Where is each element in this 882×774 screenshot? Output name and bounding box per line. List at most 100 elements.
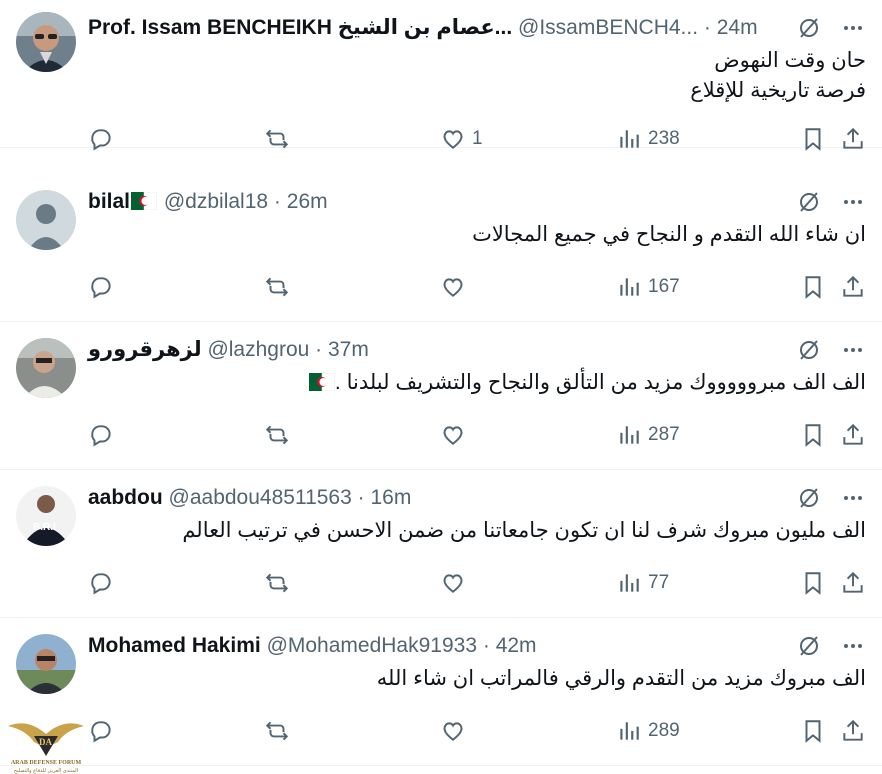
share-button[interactable]	[840, 718, 866, 744]
action-bar: 77	[88, 568, 866, 598]
user-handle[interactable]: @MohamedHak91933	[267, 634, 477, 657]
tweet[interactable]: Mohamed Hakimi @MohamedHak91933 · 42m ال…	[0, 618, 882, 766]
display-name[interactable]: bilal	[88, 190, 130, 213]
timestamp[interactable]: 16m	[370, 486, 411, 509]
retweet-button[interactable]	[264, 126, 290, 152]
forum-badge-text: DA	[39, 737, 52, 747]
tweet-text: ان شاء الله التقدم و النجاح في جميع المج…	[88, 220, 866, 250]
views-button[interactable]: 77	[616, 570, 669, 596]
retweet-icon	[265, 721, 289, 741]
separator-dot: ·	[315, 338, 323, 361]
reply-button[interactable]	[88, 126, 114, 152]
grok-icon[interactable]	[796, 633, 822, 659]
share-button[interactable]	[840, 570, 866, 596]
bookmark-button[interactable]	[800, 570, 826, 596]
grok-icon[interactable]	[796, 485, 822, 511]
bookmark-icon	[805, 424, 821, 447]
timestamp[interactable]: 37m	[328, 338, 369, 361]
separator-dot: ·	[703, 16, 711, 39]
retweet-button[interactable]	[264, 274, 290, 300]
timestamp[interactable]: 26m	[287, 190, 328, 213]
bookmark-button[interactable]	[800, 422, 826, 448]
more-icon[interactable]	[840, 485, 866, 511]
tweet-header: Prof. Issam BENCHEIKH عصام بن الشيخ... @…	[88, 14, 762, 42]
separator-dot: ·	[482, 634, 490, 657]
forum-title-text: ARAB DEFENSE FORUM	[11, 760, 82, 766]
tweet-header: bilal @dzbilal18 · 26m	[88, 188, 762, 216]
like-button[interactable]	[440, 422, 472, 448]
grok-icon[interactable]	[796, 189, 822, 215]
reply-button[interactable]	[88, 274, 114, 300]
retweet-button[interactable]	[264, 422, 290, 448]
views-button[interactable]: 289	[616, 718, 680, 744]
retweet-icon	[265, 573, 289, 593]
more-icon[interactable]	[840, 189, 866, 215]
bookmark-button[interactable]	[800, 274, 826, 300]
avatar[interactable]	[16, 634, 76, 694]
tweet-text-content: الف الف مبروووووك مزيد من التألق والنجاح…	[334, 371, 866, 394]
reply-icon	[91, 277, 111, 299]
more-icon[interactable]	[840, 337, 866, 363]
more-icon[interactable]	[840, 633, 866, 659]
like-button[interactable]	[440, 274, 472, 300]
svg-text:B.R.I: B.R.I	[33, 522, 56, 533]
share-button[interactable]	[840, 274, 866, 300]
like-button[interactable]	[440, 570, 472, 596]
grok-icon[interactable]	[796, 337, 822, 363]
avatar[interactable]	[16, 338, 76, 398]
tweet-text-line: الف مليون مبروك شرف لنا ان تكون جامعاتنا…	[182, 519, 866, 542]
heart-icon	[443, 426, 463, 445]
reply-icon	[91, 573, 111, 595]
action-bar: 287	[88, 420, 866, 450]
share-icon	[843, 719, 863, 741]
user-handle[interactable]: @lazhgrou	[207, 338, 309, 361]
analytics-icon	[620, 722, 639, 740]
timestamp[interactable]: 42m	[496, 634, 537, 657]
tweet-text: حان وقت النهوض فرصة تاريخية للإقلاع	[88, 46, 866, 106]
timestamp[interactable]: 24m	[717, 16, 758, 39]
display-name[interactable]: لزهرقرورو	[88, 338, 202, 361]
display-name[interactable]: aabdou	[88, 486, 163, 509]
avatar[interactable]: B.R.I	[16, 486, 76, 546]
share-icon	[843, 127, 863, 149]
display-name[interactable]: Prof. Issam BENCHEIKH عصام بن الشيخ...	[88, 16, 512, 39]
tweet-text-line: فرصة تاريخية للإقلاع	[690, 79, 866, 102]
reply-button[interactable]	[88, 570, 114, 596]
avatar[interactable]	[16, 190, 76, 250]
algeria-flag-icon	[131, 190, 158, 211]
reply-icon	[91, 425, 111, 447]
grok-icon[interactable]	[796, 15, 822, 41]
like-button[interactable]	[440, 718, 472, 744]
avatar[interactable]	[16, 12, 76, 72]
forum-watermark-logo: DA ARAB DEFENSE FORUM المنتدى العربي للد…	[4, 712, 88, 774]
tweet[interactable]: B.R.I aabdou @aabdou48511563 · 16m الف م…	[0, 470, 882, 618]
display-name[interactable]: Mohamed Hakimi	[88, 634, 261, 657]
tweet[interactable]: Prof. Issam BENCHEIKH عصام بن الشيخ... @…	[0, 0, 882, 151]
share-icon	[843, 571, 863, 593]
retweet-button[interactable]	[264, 718, 290, 744]
reply-button[interactable]	[88, 718, 114, 744]
reply-button[interactable]	[88, 422, 114, 448]
bookmark-button[interactable]	[800, 718, 826, 744]
share-icon	[843, 423, 863, 445]
tweet[interactable]: لزهرقرورو @lazhgrou · 37m الف الف مبرووو…	[0, 322, 882, 470]
action-bar: 1 238	[88, 124, 866, 154]
views-button[interactable]: 287	[616, 422, 680, 448]
reply-icon	[91, 129, 111, 151]
user-handle[interactable]: @IssamBENCH4...	[518, 16, 698, 39]
tweet[interactable]: bilal @dzbilal18 · 26m ان شاء الله التقد…	[0, 174, 882, 322]
share-button[interactable]	[840, 126, 866, 152]
tweet-text: الف مبروك مزيد من التقدم والرقي فالمراتب…	[88, 664, 866, 694]
bookmark-button[interactable]	[800, 126, 826, 152]
views-button[interactable]: 238	[616, 126, 680, 152]
user-handle[interactable]: @dzbilal18	[164, 190, 268, 213]
view-count: 238	[648, 128, 680, 149]
retweet-button[interactable]	[264, 570, 290, 596]
more-icon[interactable]	[840, 15, 866, 41]
like-button[interactable]: 1	[440, 126, 483, 152]
separator-dot: ·	[357, 486, 365, 509]
user-handle[interactable]: @aabdou48511563	[169, 486, 352, 509]
algeria-flag-icon	[308, 370, 336, 392]
views-button[interactable]: 167	[616, 274, 680, 300]
share-button[interactable]	[840, 422, 866, 448]
